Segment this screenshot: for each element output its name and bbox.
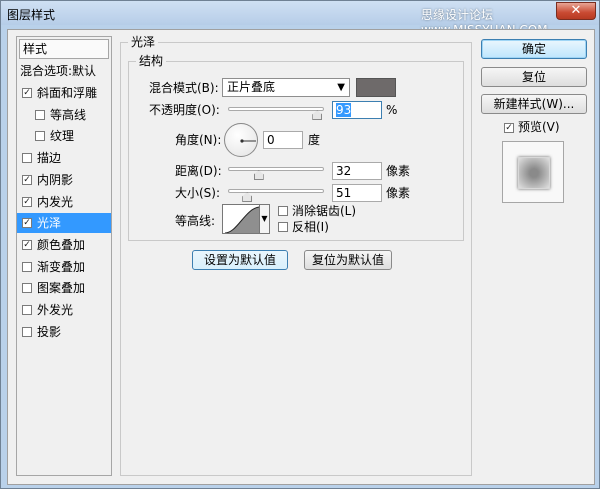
- size-label: 大小(S):: [175, 186, 221, 200]
- structure-group-title: 结构: [136, 54, 167, 68]
- angle-dial[interactable]: [224, 123, 258, 157]
- style-item[interactable]: 等高线: [17, 105, 111, 125]
- distance-value: 32: [336, 164, 352, 178]
- style-item-label: 颜色叠加: [37, 237, 86, 252]
- opacity-slider-track[interactable]: [228, 107, 324, 111]
- style-item-label: 渐变叠加: [37, 259, 86, 274]
- preview-square: [518, 157, 550, 189]
- blend-options-item[interactable]: 混合选项:默认: [17, 61, 111, 81]
- style-item[interactable]: 投影: [17, 322, 111, 342]
- distance-label: 距离(D):: [175, 164, 222, 178]
- style-item-label: 描边: [37, 151, 62, 166]
- angle-label: 角度(N):: [175, 133, 222, 147]
- angle-unit: 度: [308, 133, 321, 147]
- contour-dropdown-button[interactable]: ▼: [260, 204, 270, 234]
- preview-checkbox[interactable]: ✓: [504, 123, 514, 133]
- opacity-input[interactable]: 93: [332, 101, 382, 119]
- style-item-checkbox[interactable]: [22, 153, 32, 164]
- style-preview-thumbnail: [502, 141, 564, 203]
- style-item[interactable]: ✓ 颜色叠加: [17, 235, 111, 255]
- layer-style-dialog: 图层样式 思缘设计论坛 www.MISSYUAN.COM ✕ 样式 混合选项:默…: [0, 0, 600, 489]
- distance-slider-track[interactable]: [228, 167, 324, 171]
- contour-curve-icon: [224, 206, 259, 233]
- invert-checkbox[interactable]: [278, 222, 288, 232]
- style-item-label: 斜面和浮雕: [37, 86, 98, 100]
- angle-indicator-icon: [240, 139, 256, 143]
- antialias-checkbox[interactable]: [278, 206, 288, 216]
- size-slider-track[interactable]: [228, 189, 324, 193]
- blend-color-swatch[interactable]: [356, 78, 396, 97]
- styles-list: 样式 混合选项:默认 ✓ 斜面和浮雕等高线纹理描边 ✓ 内阴影 ✓ 内发光 ✓ 光泽 ✓ 颜色叠加…: [16, 36, 112, 476]
- blend-mode-label: 混合模式(B):: [149, 81, 219, 95]
- satin-group-title: 光泽: [128, 35, 159, 49]
- size-input[interactable]: 51: [332, 184, 382, 202]
- style-item-label: 内发光: [37, 194, 74, 209]
- style-item-checkbox[interactable]: [22, 283, 32, 294]
- styles-header[interactable]: 样式: [19, 39, 109, 59]
- size-value: 51: [336, 186, 352, 200]
- close-icon: ✕: [570, 3, 582, 18]
- style-item-checkbox[interactable]: [22, 326, 32, 337]
- style-item-checkbox[interactable]: ✓: [22, 218, 32, 229]
- style-item-label: 纹理: [50, 129, 75, 144]
- new-style-button[interactable]: 新建样式(W)...: [481, 94, 587, 114]
- preview-label: 预览(V): [518, 120, 560, 134]
- window-title: 图层样式: [7, 8, 56, 22]
- style-item-checkbox[interactable]: ✓: [22, 196, 32, 207]
- style-item-checkbox[interactable]: [35, 109, 45, 120]
- dialog-body: 样式 混合选项:默认 ✓ 斜面和浮雕等高线纹理描边 ✓ 内阴影 ✓ 内发光 ✓ 光泽 ✓ 颜色叠加…: [7, 29, 595, 485]
- style-item[interactable]: ✓ 内发光: [17, 192, 111, 212]
- opacity-unit: %: [386, 103, 398, 117]
- style-item-label: 图案叠加: [37, 281, 86, 296]
- contour-picker[interactable]: [222, 204, 260, 234]
- style-item[interactable]: 外发光: [17, 300, 111, 320]
- style-item[interactable]: 纹理: [17, 126, 111, 146]
- style-item[interactable]: 图案叠加: [17, 278, 111, 298]
- style-item-label: 等高线: [50, 107, 87, 122]
- title-bar[interactable]: 图层样式 思缘设计论坛 www.MISSYUAN.COM ✕: [1, 1, 599, 37]
- style-item-label: 光泽: [37, 216, 62, 231]
- style-item-checkbox[interactable]: [35, 131, 45, 142]
- angle-value: 0: [267, 133, 275, 147]
- opacity-value: 93: [336, 103, 352, 117]
- chevron-down-icon: ▼: [261, 214, 268, 223]
- style-item[interactable]: 描边: [17, 148, 111, 168]
- blend-mode-select[interactable]: 正片叠底 ▼: [222, 78, 350, 97]
- blend-mode-value: 正片叠底: [227, 80, 276, 94]
- contour-label: 等高线:: [175, 214, 216, 228]
- ok-button[interactable]: 确定: [481, 39, 587, 59]
- angle-input[interactable]: 0: [263, 131, 303, 149]
- style-item-checkbox[interactable]: ✓: [22, 239, 32, 250]
- invert-label: 反相(I): [292, 220, 329, 234]
- chevron-down-icon: ▼: [337, 82, 345, 93]
- style-item-checkbox[interactable]: [22, 305, 32, 315]
- distance-input[interactable]: 32: [332, 162, 382, 180]
- style-item[interactable]: ✓ 光泽: [17, 213, 111, 234]
- style-item-checkbox[interactable]: ✓: [22, 88, 32, 98]
- style-item-label: 内阴影: [37, 172, 74, 187]
- reset-button[interactable]: 复位: [481, 67, 587, 87]
- antialias-label: 消除锯齿(L): [292, 204, 357, 218]
- style-item-label: 外发光: [37, 303, 74, 317]
- close-button[interactable]: ✕: [556, 2, 596, 20]
- style-item-label: 投影: [37, 324, 62, 339]
- style-item[interactable]: 渐变叠加: [17, 257, 111, 277]
- distance-unit: 像素: [386, 164, 411, 178]
- reset-default-button[interactable]: 复位为默认值: [304, 250, 392, 270]
- set-default-button[interactable]: 设置为默认值: [192, 250, 288, 270]
- style-item-checkbox[interactable]: ✓: [22, 174, 32, 185]
- opacity-label: 不透明度(O):: [149, 103, 220, 117]
- size-unit: 像素: [386, 186, 411, 200]
- style-item[interactable]: ✓ 斜面和浮雕: [17, 83, 111, 103]
- style-item-checkbox[interactable]: [22, 261, 32, 272]
- style-item[interactable]: ✓ 内阴影: [17, 170, 111, 190]
